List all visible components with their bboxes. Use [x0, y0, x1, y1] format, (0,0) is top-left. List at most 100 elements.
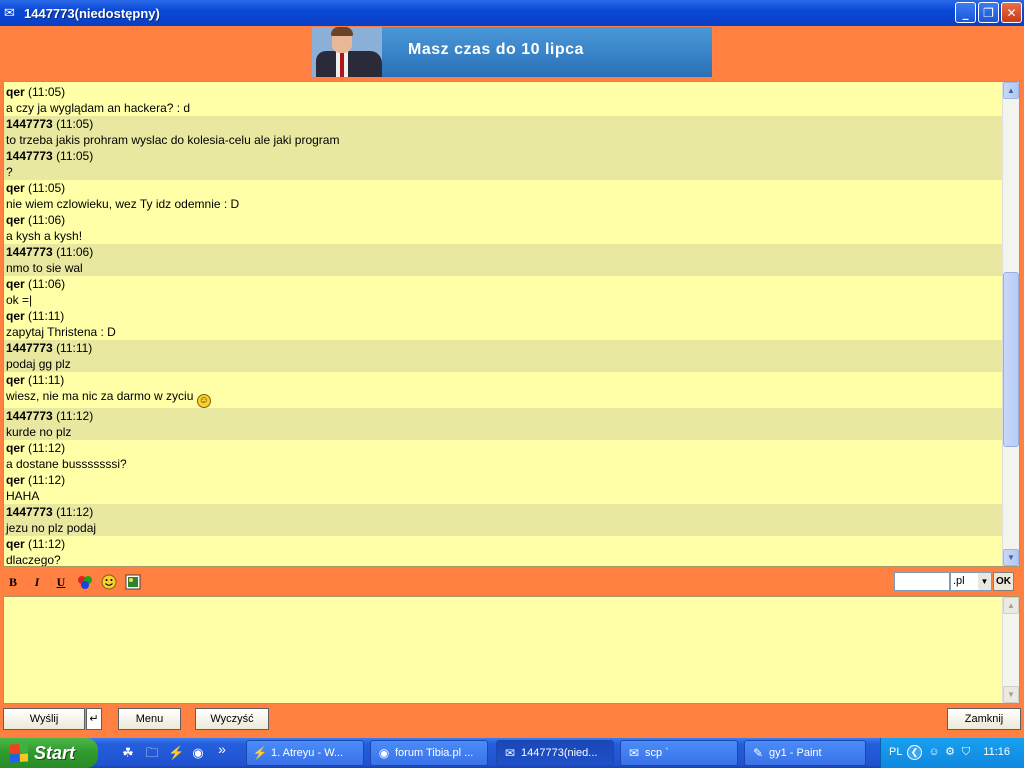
domain-select[interactable]: .pl ▼ — [950, 572, 992, 591]
message-nick: qer — [6, 277, 25, 291]
message-header: qer (11:05) — [4, 180, 1002, 196]
message-nick: qer — [6, 473, 25, 487]
message-text: a dostane busssssssi? — [4, 456, 1002, 472]
start-button[interactable]: Start — [0, 738, 98, 768]
message-header: 1447773 (11:11) — [4, 340, 1002, 356]
smiley-icon: ☺ — [196, 394, 211, 408]
task-scp[interactable]: ✉ scp ` — [620, 740, 738, 766]
message-nick: 1447773 — [6, 505, 53, 519]
shield-icon[interactable]: ⛉ — [959, 745, 973, 759]
message-text: HAHA — [4, 488, 1002, 504]
message-text: a kysh a kysh! — [4, 228, 1002, 244]
banner-man-image — [312, 27, 382, 77]
message-body: HAHA — [6, 489, 40, 503]
quicklaunch-app-icon[interactable]: ☘ — [120, 745, 136, 761]
message-header: 1447773 (11:06) — [4, 244, 1002, 260]
message-nick: qer — [6, 213, 25, 227]
domain-input[interactable] — [894, 572, 950, 591]
firefox-icon[interactable]: ◉ — [190, 745, 206, 761]
message-text: dlaczego? — [4, 552, 1002, 567]
message-time: (11:05) — [28, 181, 66, 195]
domain-selected-value: .pl — [953, 575, 965, 587]
message-text: a czy ja wyglądam an hackera? : d — [4, 100, 1002, 116]
message-nick: qer — [6, 537, 25, 551]
winamp-icon: ⚡ — [252, 746, 268, 760]
message-input[interactable] — [4, 597, 1003, 703]
close-window-button[interactable]: ✕ — [1001, 2, 1022, 23]
message-nick: 1447773 — [6, 117, 53, 131]
message-nick: 1447773 — [6, 341, 53, 355]
chat-scrollbar[interactable]: ▲ ▼ — [1002, 82, 1019, 566]
steam-tray-icon[interactable]: ⚙ — [943, 745, 957, 759]
message-time: (11:05) — [56, 149, 94, 163]
clear-button[interactable]: Wyczyść — [195, 708, 269, 730]
winamp-icon[interactable]: ⚡ — [168, 745, 184, 761]
input-scrollbar[interactable]: ▲ ▼ — [1002, 597, 1019, 703]
message-text: zapytaj Thristena : D — [4, 324, 1002, 340]
message-body: to trzeba jakis prohram wyslac do kolesi… — [6, 133, 340, 147]
color-icon[interactable] — [77, 574, 93, 590]
message-nick: 1447773 — [6, 409, 53, 423]
scroll-down-button[interactable]: ▼ — [1003, 549, 1019, 566]
message-header: qer (11:12) — [4, 472, 1002, 488]
ok-button[interactable]: OK — [993, 572, 1014, 591]
title-bar[interactable]: ✉ 1447773(niedostępny) _ ❐ ✕ — [0, 0, 1024, 26]
message-body: dlaczego? — [6, 553, 61, 567]
ad-banner[interactable]: Masz czas do 10 lipca — [312, 27, 712, 77]
quicklaunch-more[interactable]: » — [214, 741, 230, 757]
folder-icon[interactable]: 🗀 — [144, 745, 160, 761]
message-nick: qer — [6, 309, 25, 323]
message-nick: 1447773 — [6, 245, 53, 259]
scroll-up-button[interactable]: ▲ — [1003, 82, 1019, 99]
task-label: gy1 - Paint — [769, 747, 822, 759]
paint-icon: ✎ — [752, 746, 764, 760]
task-atreyu[interactable]: ⚡ 1. Atreyu - W... — [246, 740, 364, 766]
message-header: 1447773 (11:05) — [4, 116, 1002, 132]
message-body: zapytaj Thristena : D — [6, 325, 116, 339]
envelope-icon: ✉ — [628, 746, 640, 760]
clock: 11:16 — [983, 746, 1010, 758]
italic-button[interactable]: I — [29, 574, 45, 590]
message-header: qer (11:05) — [4, 84, 1002, 100]
chevron-down-icon[interactable]: ▼ — [978, 573, 991, 590]
restore-button[interactable]: ❐ — [978, 2, 999, 23]
language-indicator[interactable]: PL — [889, 746, 902, 758]
message-header: 1447773 (11:12) — [4, 504, 1002, 520]
message-time: (11:05) — [28, 85, 66, 99]
message-body: jezu no plz podaj — [6, 521, 97, 535]
smiley-icon[interactable] — [101, 574, 117, 590]
menu-button[interactable]: Menu — [118, 708, 181, 730]
message-text: nmo to sie wal — [4, 260, 1002, 276]
task-chat-1447773[interactable]: ✉ 1447773(nied... — [496, 740, 614, 766]
tray-expand-icon[interactable]: ❮ — [907, 745, 922, 760]
messenger-tray-icon[interactable]: ☺ — [927, 745, 941, 759]
input-scroll-down-button[interactable]: ▼ — [1003, 686, 1019, 703]
message-body: a kysh a kysh! — [6, 229, 83, 243]
send-button[interactable]: Wyślij — [3, 708, 85, 730]
message-header: 1447773 (11:05) — [4, 148, 1002, 164]
underline-button[interactable]: U — [53, 574, 69, 590]
message-time: (11:11) — [56, 341, 93, 355]
taskbar: Start ☘ 🗀 ⚡ ◉ » ⚡ 1. Atreyu - W... ◉ for… — [0, 738, 1024, 768]
image-icon[interactable] — [125, 574, 141, 590]
input-scroll-up-button[interactable]: ▲ — [1003, 597, 1019, 614]
minimize-button[interactable]: _ — [955, 2, 976, 23]
message-input-area[interactable]: ▲ ▼ — [3, 596, 1020, 704]
message-nick: qer — [6, 373, 25, 387]
scroll-thumb[interactable] — [1003, 272, 1019, 447]
bold-button[interactable]: B — [5, 574, 21, 590]
message-body: a czy ja wyglądam an hackera? : d — [6, 101, 191, 115]
close-button[interactable]: Zamknij — [947, 708, 1021, 730]
task-paint[interactable]: ✎ gy1 - Paint — [744, 740, 866, 766]
message-time: (11:12) — [28, 473, 66, 487]
message-nick: qer — [6, 85, 25, 99]
message-text: podaj gg plz — [4, 356, 1002, 372]
task-forum-tibia[interactable]: ◉ forum Tibia.pl ... — [370, 740, 488, 766]
format-toolbar: B I U — [0, 570, 1024, 594]
message-body: nie wiem czlowieku, wez Ty idz odemnie :… — [6, 197, 240, 211]
enter-toggle-icon[interactable]: ↵ — [86, 708, 102, 730]
banner-text: Masz czas do 10 lipca — [408, 41, 584, 58]
message-body: wiesz, nie ma nic za darmo w zyciu — [6, 389, 194, 403]
system-tray: PL ❮ ☺ ⚙ ⛉ 11:16 — [880, 738, 1024, 768]
envelope-icon: ✉ — [4, 5, 15, 20]
